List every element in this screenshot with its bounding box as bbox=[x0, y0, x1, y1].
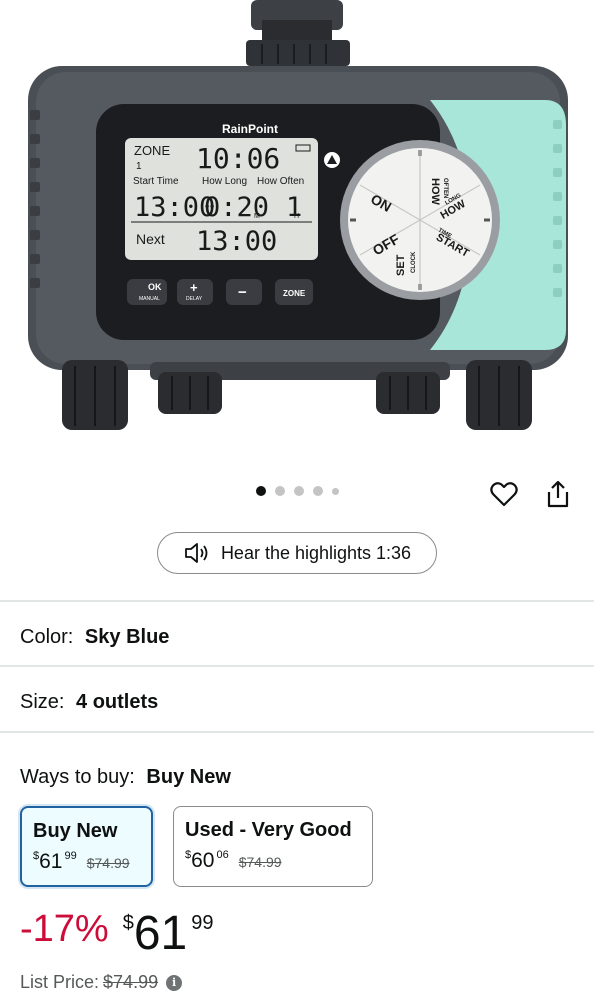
option-price: $ 61 99 $74.99 bbox=[33, 850, 140, 873]
option-list-price: $74.99 bbox=[238, 854, 282, 870]
hear-highlights-label: Hear the highlights 1:36 bbox=[220, 542, 412, 563]
info-icon[interactable]: i bbox=[166, 974, 183, 991]
buy-new-option[interactable]: Buy New $ 61 99 $74.99 bbox=[20, 806, 153, 887]
option-price: $ 60 06 $74.99 bbox=[185, 849, 361, 872]
hear-highlights-button[interactable]: Hear the highlights 1:36 bbox=[157, 532, 437, 574]
lcd-how-long-header: How Long bbox=[202, 176, 247, 187]
lcd-clock: 10:06 bbox=[196, 142, 280, 175]
share-button[interactable] bbox=[542, 478, 574, 510]
size-label: Size: bbox=[20, 691, 65, 713]
divider bbox=[0, 665, 594, 667]
used-very-good-option[interactable]: Used - Very Good $ 60 06 $74.99 bbox=[173, 806, 373, 887]
list-price-row: List Price: $74.99 i bbox=[20, 972, 183, 993]
price-block: -17% $ 61 99 bbox=[20, 910, 213, 958]
option-title: Buy New bbox=[33, 820, 118, 842]
share-icon bbox=[547, 480, 569, 508]
product-image[interactable]: RainPoint ZONE 1 10:06 Start Time How Lo… bbox=[0, 0, 594, 475]
option-price-currency: $ bbox=[185, 849, 192, 861]
price-fraction: 99 bbox=[191, 912, 214, 934]
carousel-dot[interactable] bbox=[331, 487, 339, 495]
lcd-start-time-header: Start Time bbox=[133, 176, 179, 187]
plus-label: + bbox=[190, 280, 198, 295]
dial-how-often-label: HOW bbox=[429, 178, 441, 206]
color-label: Color: bbox=[20, 626, 74, 648]
speaker-icon bbox=[185, 543, 208, 563]
brand-logo-text: RainPoint bbox=[222, 122, 278, 136]
option-price-fraction: 06 bbox=[216, 849, 229, 861]
lcd-how-often-unit: H bbox=[294, 213, 299, 220]
option-price-fraction: 99 bbox=[64, 850, 77, 862]
dial-set-sub: CLOCK bbox=[411, 251, 417, 273]
ways-to-buy-label: Ways to buy: bbox=[20, 766, 135, 788]
lcd-next-time: 13:00 bbox=[196, 226, 277, 257]
ways-to-buy-heading: Ways to buy: Buy New bbox=[20, 766, 231, 789]
manual-label: MANUAL bbox=[139, 296, 160, 302]
list-price-value: $74.99 bbox=[103, 972, 159, 992]
option-price-whole: 61 bbox=[39, 850, 63, 873]
price-whole: 61 bbox=[133, 907, 188, 960]
size-row[interactable]: Size: 4 outlets bbox=[20, 691, 158, 714]
discount-percent: -17% bbox=[20, 908, 109, 950]
price-currency: $ bbox=[122, 912, 134, 934]
dial-how-often-sub: OFTEN bbox=[442, 178, 448, 198]
option-price-whole: 60 bbox=[191, 849, 215, 872]
option-price-currency: $ bbox=[33, 850, 40, 862]
lcd-next-label: Next bbox=[136, 231, 165, 247]
dial-set-label: SET bbox=[395, 254, 407, 276]
option-list-price: $74.99 bbox=[86, 855, 130, 871]
lcd-zone-number: 1 bbox=[136, 161, 142, 172]
heart-icon bbox=[490, 482, 518, 507]
minus-label: − bbox=[238, 284, 247, 301]
zone-label: ZONE bbox=[283, 289, 306, 298]
divider bbox=[0, 731, 594, 733]
ok-label: OK bbox=[148, 282, 162, 292]
favorite-button[interactable] bbox=[488, 478, 520, 510]
list-price-label: List Price: bbox=[20, 972, 100, 992]
ways-to-buy-value: Buy New bbox=[146, 766, 231, 788]
lcd-how-long-unit: M bbox=[254, 213, 260, 220]
color-value: Sky Blue bbox=[84, 626, 170, 648]
water-timer-illustration: RainPoint ZONE 1 10:06 Start Time How Lo… bbox=[28, 0, 568, 430]
option-title: Used - Very Good bbox=[185, 819, 352, 841]
size-value: 4 outlets bbox=[76, 691, 159, 713]
lcd-zone-label: ZONE bbox=[134, 143, 170, 158]
carousel-dot[interactable] bbox=[312, 486, 323, 496]
lcd-how-often-header: How Often bbox=[257, 176, 304, 187]
delay-label: DELAY bbox=[186, 296, 203, 302]
carousel-dot[interactable] bbox=[274, 486, 285, 496]
color-row[interactable]: Color: Sky Blue bbox=[20, 626, 169, 649]
divider bbox=[0, 600, 594, 602]
carousel-dot[interactable] bbox=[255, 486, 266, 496]
carousel-dot[interactable] bbox=[293, 486, 304, 496]
